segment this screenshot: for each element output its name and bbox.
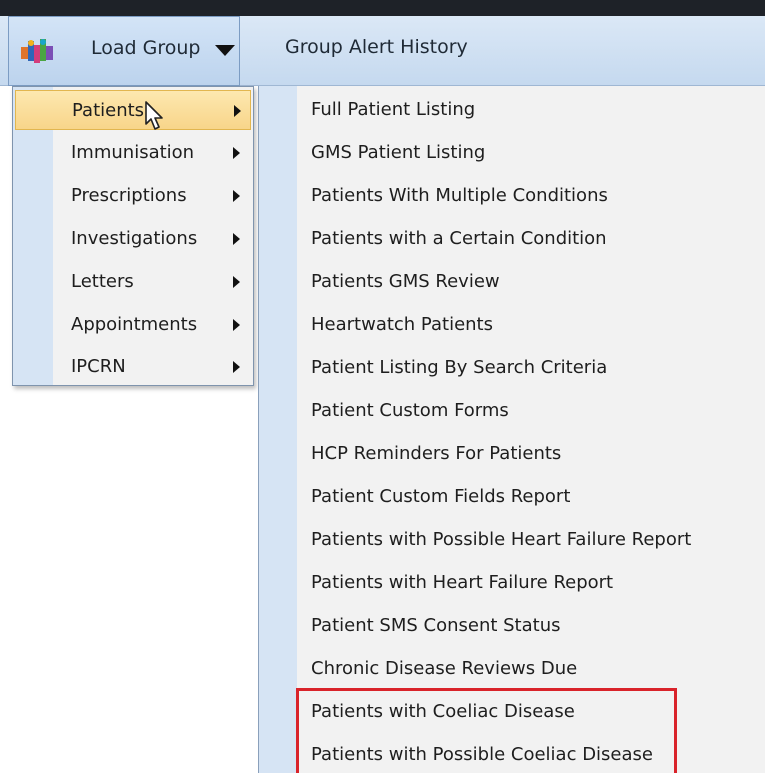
submenu-arrow-icon: [233, 233, 240, 245]
menu-item-custom-fields-report[interactable]: Patient Custom Fields Report: [311, 486, 570, 507]
menu-item-gms-patient-listing[interactable]: GMS Patient Listing: [311, 142, 485, 163]
coeliac-highlight-box: [296, 688, 677, 773]
menu-item-certain-condition[interactable]: Patients with a Certain Condition: [311, 228, 607, 249]
submenu-arrow-icon: [234, 105, 241, 117]
menu-item-sms-consent[interactable]: Patient SMS Consent Status: [311, 615, 561, 636]
mouse-cursor-icon: [145, 101, 163, 130]
menu-item-appointments[interactable]: Appointments: [15, 305, 251, 345]
menu-item-heartwatch[interactable]: Heartwatch Patients: [311, 314, 493, 335]
submenu-arrow-icon: [233, 361, 240, 373]
menu-item-label: Immunisation: [71, 142, 195, 163]
load-group-label: Load Group: [91, 37, 201, 59]
menu-item-label: Letters: [71, 271, 134, 292]
submenu-arrow-icon: [233, 276, 240, 288]
patients-submenu: Full Patient Listing GMS Patient Listing…: [258, 86, 765, 773]
menu-item-letters[interactable]: Letters: [15, 262, 251, 302]
menu-item-search-criteria[interactable]: Patient Listing By Search Criteria: [311, 357, 607, 378]
menu-item-custom-forms[interactable]: Patient Custom Forms: [311, 400, 509, 421]
submenu-arrow-icon: [233, 147, 240, 159]
menu-item-prescriptions[interactable]: Prescriptions: [15, 176, 251, 216]
chevron-down-icon: [215, 45, 235, 56]
menu-item-possible-heart-failure[interactable]: Patients with Possible Heart Failure Rep…: [311, 529, 691, 550]
window-top-strip: [0, 0, 765, 16]
menu-item-gms-review[interactable]: Patients GMS Review: [311, 271, 500, 292]
menu-item-full-patient-listing[interactable]: Full Patient Listing: [311, 99, 475, 120]
menu-item-investigations[interactable]: Investigations: [15, 219, 251, 259]
menu-gutter: [259, 86, 297, 773]
menu-item-label: Investigations: [71, 228, 198, 249]
load-group-menu: Patients Immunisation Prescriptions Inve…: [12, 86, 254, 386]
group-logo-icon: [21, 39, 53, 63]
menu-item-chronic-disease-reviews[interactable]: Chronic Disease Reviews Due: [311, 658, 577, 679]
menu-item-heart-failure[interactable]: Patients with Heart Failure Report: [311, 572, 613, 593]
menu-item-label: Prescriptions: [71, 185, 187, 206]
submenu-arrow-icon: [233, 190, 240, 202]
submenu-arrow-icon: [233, 319, 240, 331]
menu-item-patients[interactable]: Patients: [15, 90, 251, 130]
menu-item-label: Patients: [72, 100, 145, 121]
menu-item-immunisation[interactable]: Immunisation: [15, 133, 251, 173]
menu-item-multiple-conditions[interactable]: Patients With Multiple Conditions: [311, 185, 608, 206]
menu-item-label: Appointments: [71, 314, 198, 335]
load-group-button[interactable]: Load Group: [8, 16, 240, 86]
menu-item-hcp-reminders[interactable]: HCP Reminders For Patients: [311, 443, 561, 464]
toolbar: Load Group Group Alert History: [0, 16, 765, 86]
tab-group-alert-history[interactable]: Group Alert History: [285, 36, 468, 58]
menu-item-ipcrn[interactable]: IPCRN: [15, 347, 251, 387]
menu-item-label: IPCRN: [71, 356, 126, 377]
